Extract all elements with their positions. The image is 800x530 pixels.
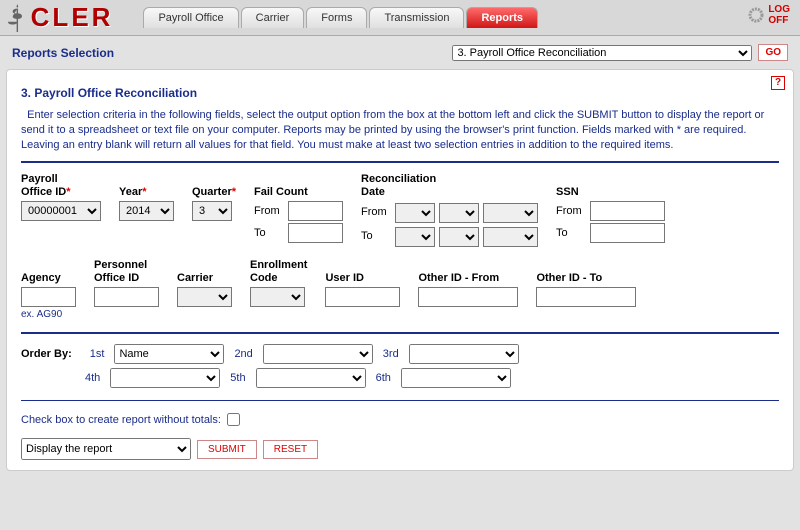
agency-field: Agency ex. AG90 (21, 259, 76, 320)
recon-date-field: ReconciliationDate From To (361, 173, 538, 247)
output-select[interactable]: Display the report (21, 438, 191, 460)
other-id-from-field: Other ID - From (418, 259, 518, 307)
no-totals-checkbox[interactable] (227, 413, 240, 426)
no-totals-label: Check box to create report without total… (21, 414, 221, 426)
report-panel: ? 3. Payroll Office Reconciliation Enter… (6, 69, 794, 471)
userid-field: User ID (325, 259, 400, 307)
no-totals-row: Check box to create report without total… (21, 413, 779, 426)
quarter-field: Quarter* 3 (192, 173, 236, 221)
reports-selection-row: Reports Selection 3. Payroll Office Reco… (0, 36, 800, 69)
recon-to-y[interactable] (483, 227, 538, 247)
report-dropdown[interactable]: 3. Payroll Office Reconciliation (452, 45, 752, 61)
enrollment-select[interactable] (250, 287, 305, 307)
caduceus-icon (8, 4, 27, 32)
other-id-to-field: Other ID - To (536, 259, 636, 307)
recon-to-m[interactable] (395, 227, 435, 247)
order-6[interactable] (401, 368, 511, 388)
order-2[interactable] (263, 344, 373, 364)
fail-count-field: Fail Count From To (254, 173, 343, 243)
submit-button[interactable]: SUBMIT (197, 440, 257, 459)
other-id-to-input[interactable] (536, 287, 636, 307)
criteria-row-1: PayrollOffice ID* 00000001 Year* 2014 Qu… (21, 173, 779, 247)
userid-input[interactable] (325, 287, 400, 307)
divider-3 (21, 400, 779, 401)
order-by-title: Order By: (21, 348, 72, 360)
tab-carrier[interactable]: Carrier (241, 7, 305, 28)
year-field: Year* 2014 (119, 173, 174, 221)
reset-button[interactable]: RESET (263, 440, 318, 459)
help-icon[interactable]: ? (771, 76, 785, 90)
order-4[interactable] (110, 368, 220, 388)
actions-row: Display the report SUBMIT RESET (21, 438, 779, 460)
payroll-office-id-field: PayrollOffice ID* 00000001 (21, 173, 101, 221)
carrier-field: Carrier (177, 259, 232, 307)
order-5[interactable] (256, 368, 366, 388)
carrier-select[interactable] (177, 287, 232, 307)
tab-forms[interactable]: Forms (306, 7, 367, 28)
app-logo: CLER (8, 2, 113, 33)
enrollment-code-field: EnrollmentCode (250, 259, 307, 307)
payroll-office-id-select[interactable]: 00000001 (21, 201, 101, 221)
personnel-office-input[interactable] (94, 287, 159, 307)
logoff-button[interactable]: LOGOFF (748, 4, 790, 26)
quarter-select[interactable]: 3 (192, 201, 232, 221)
report-title: 3. Payroll Office Reconciliation (21, 86, 779, 100)
gear-icon (748, 7, 764, 23)
tab-payroll-office[interactable]: Payroll Office (143, 7, 238, 28)
year-select[interactable]: 2014 (119, 201, 174, 221)
selection-title: Reports Selection (12, 46, 114, 60)
top-bar: CLER Payroll Office Carrier Forms Transm… (0, 0, 800, 36)
ssn-from-input[interactable] (590, 201, 665, 221)
criteria-row-2: Agency ex. AG90 PersonnelOffice ID Carri… (21, 259, 779, 320)
agency-input[interactable] (21, 287, 76, 307)
tab-transmission[interactable]: Transmission (369, 7, 464, 28)
main-tabs: Payroll Office Carrier Forms Transmissio… (143, 7, 538, 28)
recon-from-d[interactable] (439, 203, 479, 223)
ssn-field: SSN From To (556, 173, 665, 243)
personnel-office-field: PersonnelOffice ID (94, 259, 159, 307)
recon-from-m[interactable] (395, 203, 435, 223)
fail-to-input[interactable] (288, 223, 343, 243)
logo-text: CLER (31, 2, 114, 33)
instructions: Enter selection criteria in the followin… (21, 108, 779, 153)
order-by-row: Order By: 1stName 2nd 3rd (21, 344, 779, 364)
divider-2 (21, 332, 779, 334)
order-by-row2: 4th 5th 6th (85, 368, 779, 388)
fail-from-input[interactable] (288, 201, 343, 221)
other-id-from-input[interactable] (418, 287, 518, 307)
recon-to-d[interactable] (439, 227, 479, 247)
go-button[interactable]: GO (758, 44, 788, 61)
order-3[interactable] (409, 344, 519, 364)
ssn-to-input[interactable] (590, 223, 665, 243)
agency-hint: ex. AG90 (21, 309, 76, 320)
recon-from-y[interactable] (483, 203, 538, 223)
order-1[interactable]: Name (114, 344, 224, 364)
divider (21, 161, 779, 163)
tab-reports[interactable]: Reports (466, 7, 538, 28)
